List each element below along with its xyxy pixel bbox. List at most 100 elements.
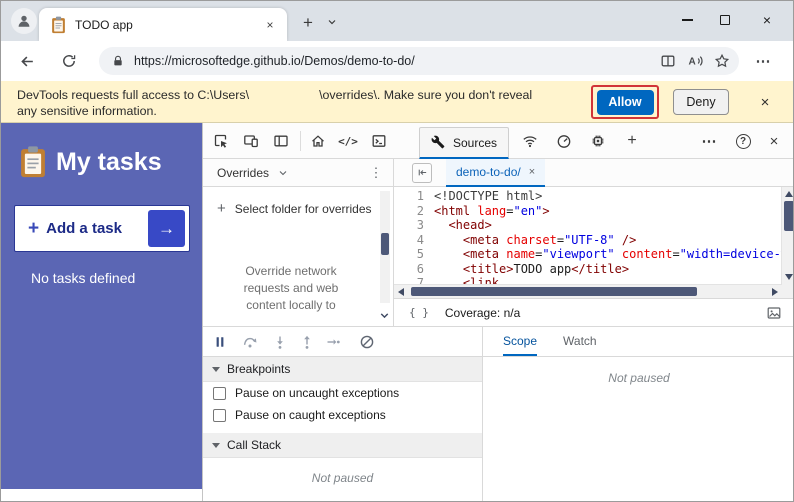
step-button[interactable]: [321, 330, 345, 354]
scroll-down-button[interactable]: [782, 272, 793, 282]
uncaught-exceptions-checkbox[interactable]: [213, 386, 226, 400]
maximize-button[interactable]: [705, 1, 745, 39]
file-tab-close-button[interactable]: ×: [529, 166, 535, 178]
step-into-button[interactable]: [268, 330, 292, 354]
network-icon: [523, 136, 537, 148]
split-screen-icon: [661, 55, 674, 67]
call-stack-section-header[interactable]: Call Stack: [203, 433, 482, 458]
devtools-close-button[interactable]: ×: [761, 128, 787, 154]
scroll-up-button[interactable]: [782, 189, 793, 199]
watch-tab[interactable]: Watch: [563, 327, 597, 356]
read-aloud-button[interactable]: A: [681, 48, 708, 74]
lock-icon[interactable]: [111, 54, 125, 68]
scope-pane: Scope Watch Not paused: [483, 326, 793, 501]
allow-button[interactable]: Allow: [596, 89, 654, 115]
refresh-icon: [63, 55, 76, 67]
source-editor[interactable]: 1234567 <!DOCTYPE html> <html lang="en"> …: [394, 187, 793, 284]
sources-tab[interactable]: Sources: [419, 127, 510, 159]
scrollbar-thumb[interactable]: [784, 201, 793, 231]
browser-window: TODO app × + × https://microsoftedge.git…: [0, 0, 794, 502]
address-bar[interactable]: https://microsoftedge.github.io/Demos/de…: [99, 47, 739, 75]
step-icon: [327, 339, 340, 345]
help-button[interactable]: ?: [730, 128, 756, 154]
browser-tab[interactable]: TODO app ×: [39, 8, 287, 41]
scrollbar-thumb[interactable]: [411, 287, 697, 296]
tab-list-chevron[interactable]: [323, 13, 341, 31]
new-tab-button[interactable]: +: [295, 10, 321, 36]
devtools-toolbar: </> Sources + ⋯ ? ×: [203, 123, 793, 159]
split-screen-button[interactable]: [654, 48, 681, 74]
uncaught-exceptions-row[interactable]: Pause on uncaught exceptions: [203, 382, 482, 404]
breakpoints-section-header[interactable]: Breakpoints: [203, 357, 482, 382]
clipboard-icon: [21, 146, 45, 178]
editor-code[interactable]: <!DOCTYPE html> <html lang="en"> <head> <…: [434, 189, 782, 284]
device-toolbar-button[interactable]: [238, 128, 264, 154]
console-icon: [372, 135, 386, 147]
checkbox-label[interactable]: Pause on caught exceptions: [235, 408, 386, 422]
pause-button[interactable]: [208, 330, 232, 354]
network-tab-button[interactable]: [517, 128, 543, 154]
file-tab[interactable]: demo-to-do/ ×: [446, 158, 546, 187]
layout-panel-button[interactable]: [268, 128, 294, 154]
deny-button[interactable]: Deny: [673, 89, 729, 115]
welcome-tab-button[interactable]: [305, 128, 331, 154]
pane-scrollbar[interactable]: [380, 191, 390, 303]
coverage-status: Coverage: n/a: [444, 305, 521, 320]
elements-tab-button[interactable]: </>: [335, 128, 361, 154]
caught-exceptions-row[interactable]: Pause on caught exceptions: [203, 404, 482, 426]
horizontal-scrollbar[interactable]: [394, 284, 782, 298]
todo-sidebar: My tasks + Add a task → No tasks defined: [1, 123, 202, 489]
scroll-right-button[interactable]: [770, 285, 780, 299]
pause-icon: [216, 337, 224, 347]
pane-menu-button[interactable]: ⋮: [367, 165, 385, 181]
plus-icon: +: [217, 200, 226, 217]
favorites-star-button[interactable]: [708, 48, 735, 74]
scope-tab[interactable]: Scope: [503, 327, 538, 356]
close-window-button[interactable]: ×: [747, 1, 787, 39]
add-task-button[interactable]: + Add a task →: [14, 205, 190, 252]
deactivate-breakpoints-button[interactable]: [355, 330, 379, 354]
content-area: My tasks + Add a task → No tasks defined: [1, 123, 793, 501]
profile-button[interactable]: [11, 8, 37, 34]
minimize-button[interactable]: [667, 1, 707, 39]
add-tools-button[interactable]: +: [619, 128, 645, 154]
infobar-close-button[interactable]: ×: [751, 88, 779, 116]
inspect-button[interactable]: [208, 128, 234, 154]
performance-tab-button[interactable]: [551, 128, 577, 154]
overrides-dropdown[interactable]: Overrides: [217, 166, 269, 180]
more-options-button[interactable]: ⋯: [696, 128, 722, 154]
step-into-icon: [277, 336, 283, 349]
person-icon: [18, 15, 30, 27]
tab-close-button[interactable]: ×: [261, 16, 279, 34]
scroll-down-chevron[interactable]: [378, 309, 391, 322]
image-preview-icon: [766, 305, 782, 321]
settings-menu-button[interactable]: ⋯: [749, 47, 777, 75]
chevron-down-icon[interactable]: [277, 167, 289, 179]
editor-nav-back-button[interactable]: [412, 162, 432, 183]
select-folder-button[interactable]: + Select folder for overrides: [217, 200, 372, 217]
back-button[interactable]: [13, 47, 41, 75]
scrollbar-thumb[interactable]: [381, 233, 389, 255]
minimize-icon: [681, 19, 693, 21]
step-out-button[interactable]: [295, 330, 319, 354]
refresh-button[interactable]: [55, 47, 83, 75]
arrow-right-icon: →: [148, 210, 185, 247]
vertical-scrollbar[interactable]: [781, 187, 793, 284]
memory-tab-button[interactable]: [585, 128, 611, 154]
caught-exceptions-checkbox[interactable]: [213, 408, 226, 422]
todo-header: My tasks: [19, 145, 162, 179]
step-over-button[interactable]: [238, 330, 262, 354]
annotation-highlight: Allow: [591, 85, 659, 119]
page-title: My tasks: [56, 147, 162, 176]
inspect-icon: [214, 134, 227, 148]
console-tab-button[interactable]: [366, 128, 392, 154]
read-aloud-icon: A: [688, 56, 703, 68]
infobar-message: DevTools requests full access to C:\User…: [17, 88, 533, 118]
arrow-left-bar-icon: [418, 169, 426, 176]
home-icon: [312, 135, 324, 147]
checkbox-label[interactable]: Pause on uncaught exceptions: [235, 386, 399, 400]
toolbar-divider: [300, 131, 301, 151]
pretty-print-button[interactable]: { }: [409, 306, 429, 319]
step-over-icon: [243, 337, 257, 348]
scroll-left-button[interactable]: [396, 285, 406, 299]
